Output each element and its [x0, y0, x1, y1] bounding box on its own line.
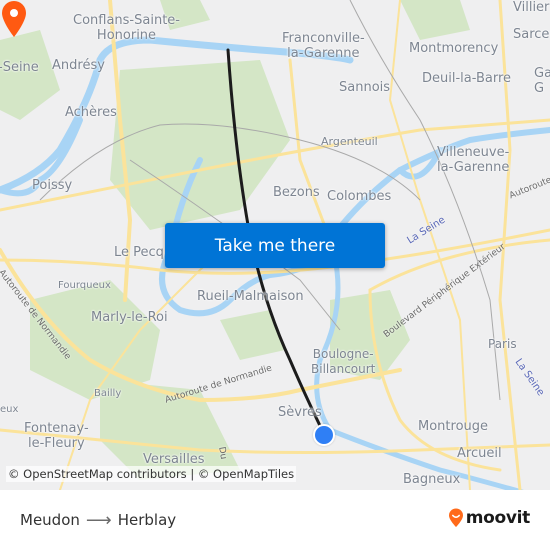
- place-label-le-pecq: Le Pecq: [114, 245, 164, 260]
- place-label-montrouge: Montrouge: [418, 419, 489, 434]
- origin-name: Meudon: [20, 511, 80, 529]
- place-label-marly-le-roi: Marly-le-Roi: [91, 310, 168, 325]
- map-attribution[interactable]: © OpenStreetMap contributors | © OpenMap…: [6, 466, 297, 482]
- place-label-deuil-la-barre: Deuil-la-Barre: [422, 71, 512, 86]
- place-label-franconville: Franconville- la-Garenne: [282, 31, 365, 61]
- place-label-bagneux: Bagneux: [403, 472, 461, 487]
- place-label-garges-partial: Ga G: [534, 66, 550, 96]
- place-label-sannois: Sannois: [339, 80, 391, 95]
- place-label-bailly: Bailly: [94, 388, 122, 399]
- place-label-seine-partial: -Seine: [0, 60, 39, 75]
- take-me-there-button[interactable]: Take me there: [165, 223, 385, 268]
- destination-name: Herblay: [117, 511, 177, 529]
- route-title: Meudon ⟶ Herblay: [20, 511, 176, 529]
- place-label-acheres: Achères: [65, 105, 117, 120]
- place-label-eux-partial: eux: [0, 404, 19, 415]
- place-label-montmorency: Montmorency: [409, 41, 499, 56]
- place-label-bezons: Bezons: [273, 185, 320, 200]
- origin-marker-icon[interactable]: [313, 424, 335, 446]
- place-label-fontenay-le-fleury: Fontenay- le-Fleury: [24, 421, 89, 451]
- moovit-wordmark: moovit: [465, 508, 531, 528]
- place-label-conflans-sainte-honorine: Conflans-Sainte- Honorine: [73, 13, 180, 43]
- map[interactable]: Conflans-Sainte- Honorine Andrésy -Seine…: [0, 0, 550, 490]
- place-label-rueil-malmaison: Rueil-Malmaison: [197, 289, 304, 304]
- place-label-colombes: Colombes: [327, 189, 392, 204]
- place-label-versailles: Versailles: [143, 452, 205, 467]
- place-label-paris: Paris: [488, 337, 517, 351]
- place-label-arcueil: Arcueil: [457, 446, 502, 461]
- place-label-andresy: Andrésy: [52, 58, 105, 73]
- destination-marker-icon[interactable]: [0, 0, 28, 38]
- place-label-villeneuve-la-garenne: Villeneuve- la-Garenne: [437, 145, 510, 175]
- place-label-sarcelles-partial: Sarce: [513, 27, 550, 42]
- road-label-du: Du: [216, 446, 229, 461]
- place-label-villiers-partial: Villier: [513, 0, 550, 15]
- place-label-fourqueux: Fourqueux: [58, 280, 111, 291]
- place-label-poissy: Poissy: [32, 178, 73, 193]
- place-label-boulogne-billancourt: Boulogne- Billancourt: [311, 347, 376, 376]
- place-label-sevres: Sèvres: [278, 405, 322, 420]
- moovit-logo: moovit: [448, 508, 530, 528]
- moovit-pin-icon: [448, 508, 463, 527]
- footer: Meudon ⟶ Herblay moovit: [0, 490, 550, 550]
- place-label-argenteuil: Argenteuil: [321, 135, 378, 148]
- arrow-right-icon: ⟶: [85, 509, 112, 531]
